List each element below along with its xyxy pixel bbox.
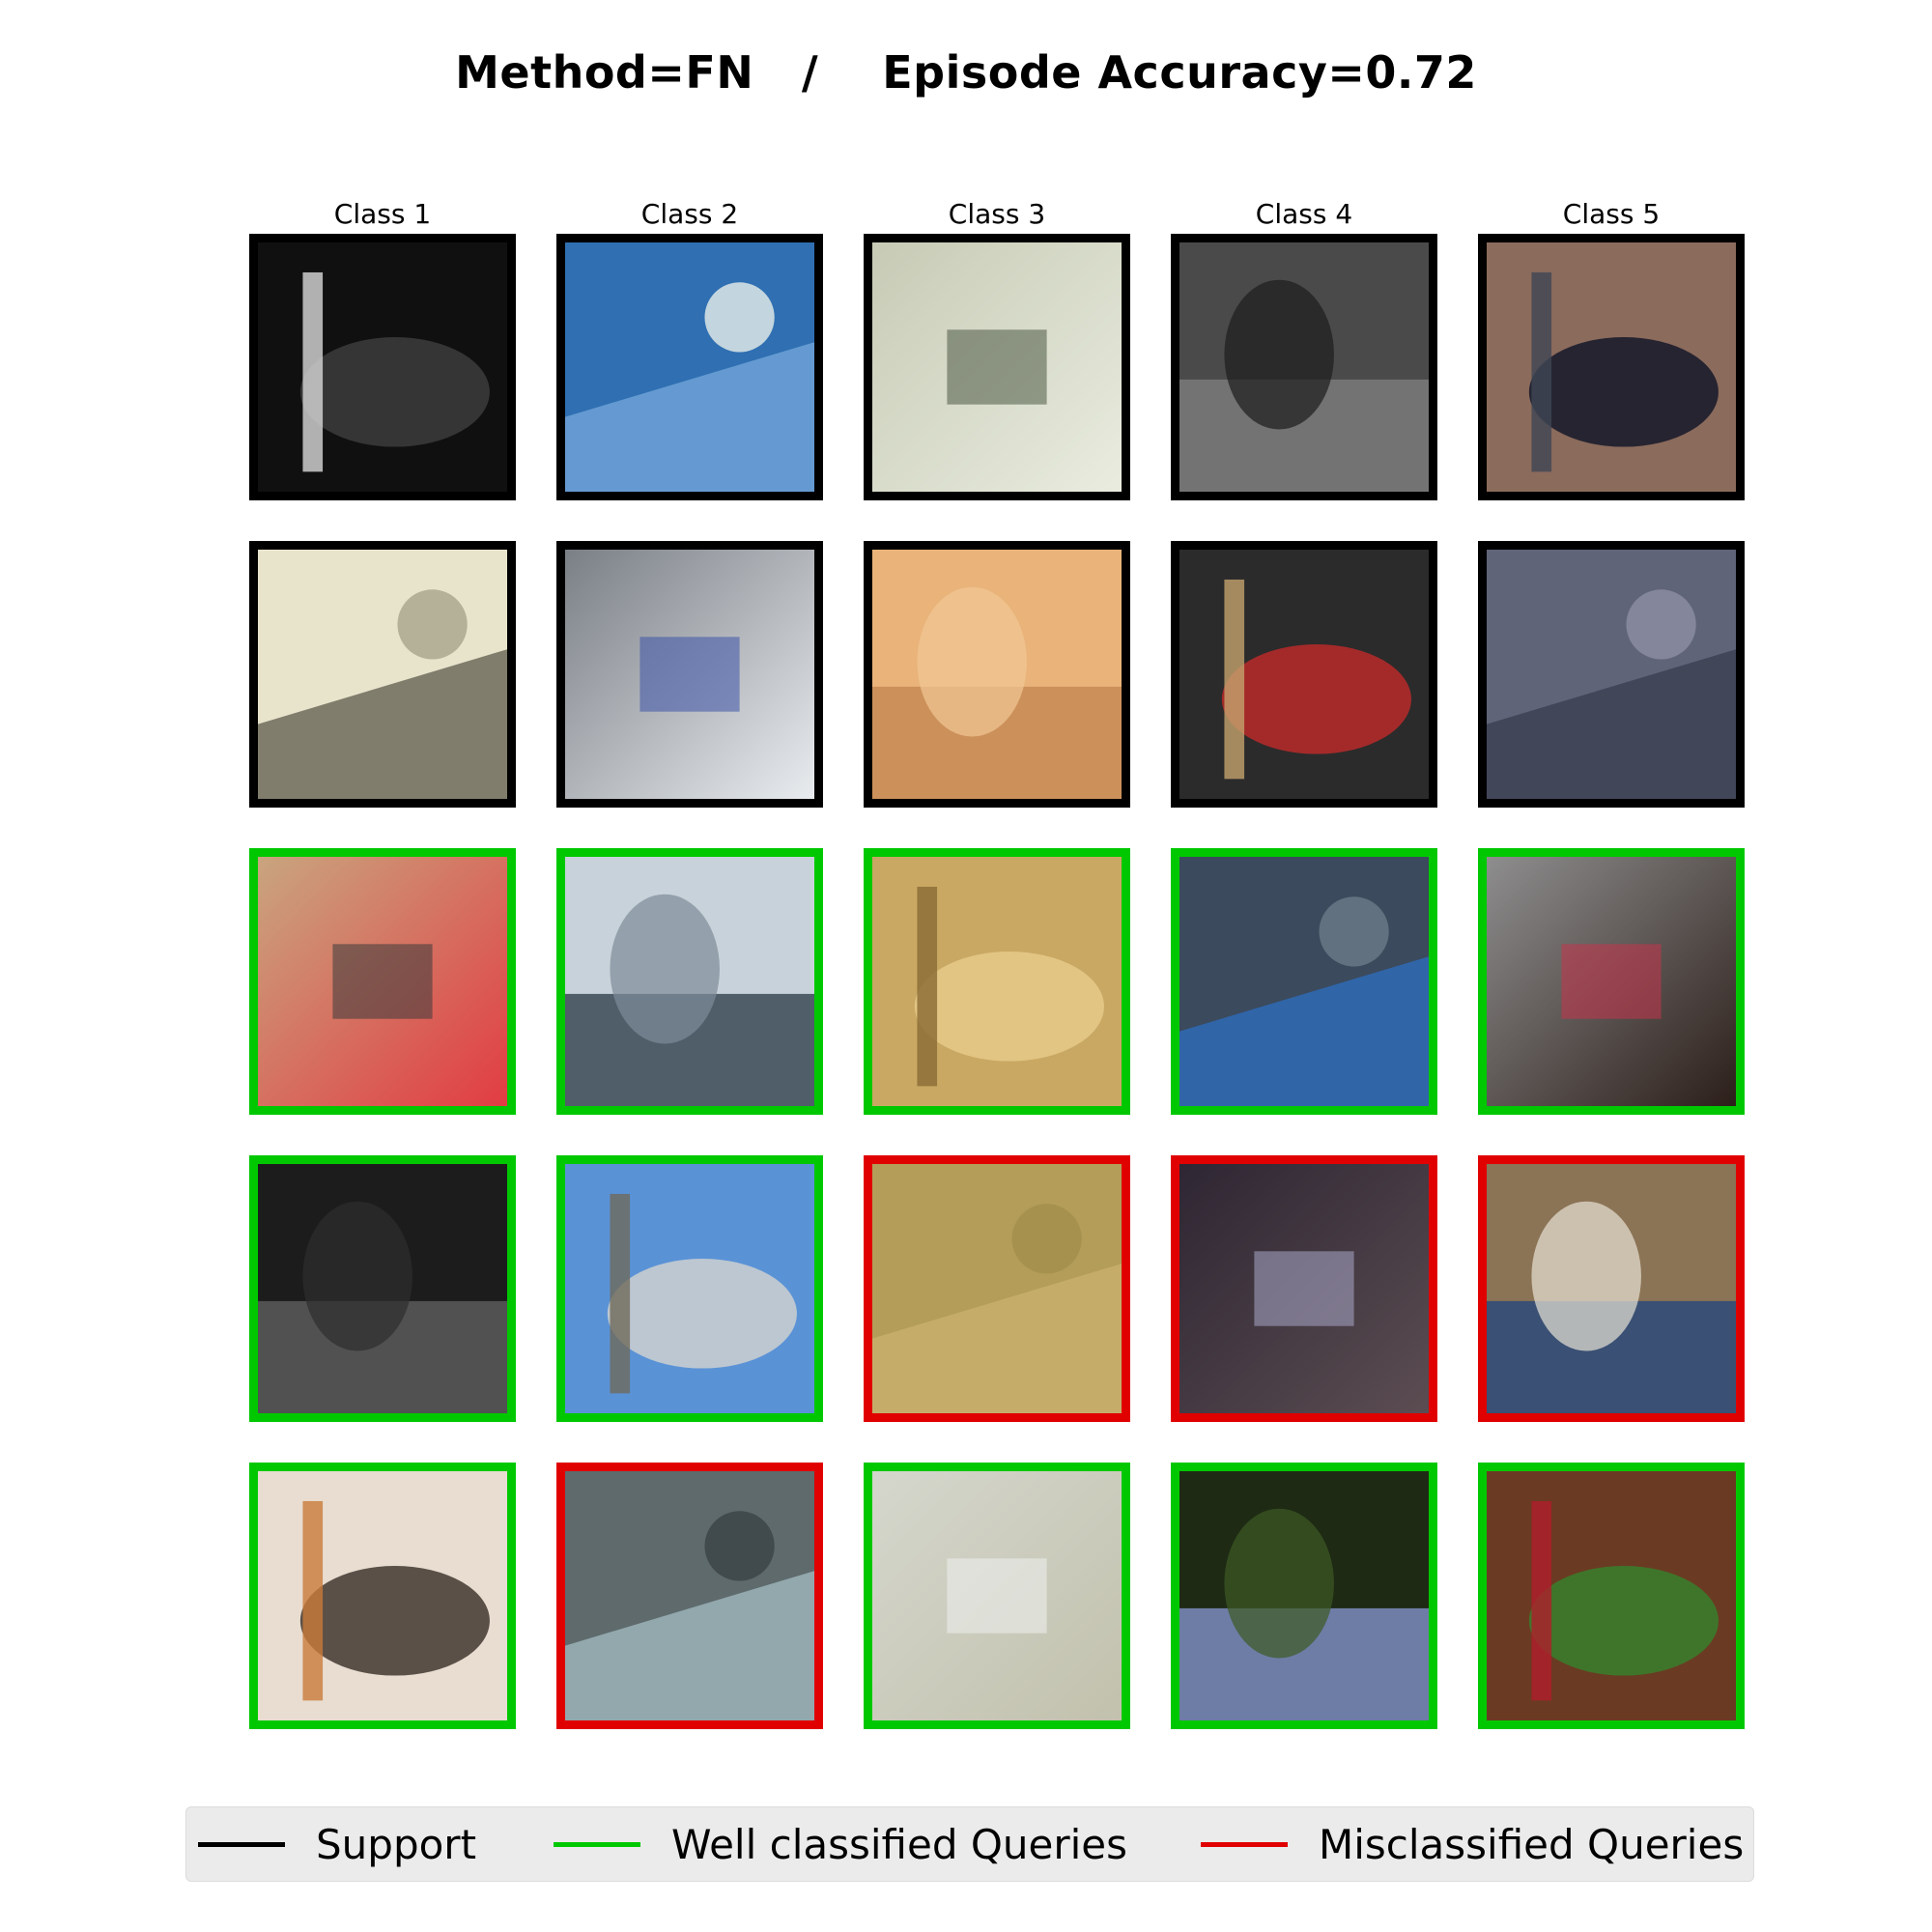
well-classified-query-image-r3-c3 [864, 848, 1130, 1115]
well-classified-query-image-r3-c2 [556, 848, 823, 1115]
support-image-r2-c2 [556, 541, 823, 808]
legend-item-support: Support [198, 1807, 476, 1881]
support-image-r1-c2 [556, 234, 823, 500]
well-classified-query-image-r3-c4 [1171, 848, 1437, 1115]
support-image-r1-c5 [1478, 234, 1745, 500]
support-image-r2-c1 [249, 541, 516, 808]
column-label-2: Class 2 [640, 198, 739, 230]
figure-title: Method=FN / Episode Accuracy=0.72 [455, 46, 1477, 99]
well-classified-query-image-r4-c2 [556, 1155, 823, 1422]
misclassified-query-image-r4-c4 [1171, 1155, 1437, 1422]
legend-label-support: Support [316, 1820, 477, 1868]
well-classified-query-image-r5-c5 [1478, 1463, 1745, 1729]
misclassified-query-image-r5-c2 [556, 1463, 823, 1729]
column-label-1: Class 1 [333, 198, 432, 230]
support-image-r2-c4 [1171, 541, 1437, 808]
misclassified-query-image-r4-c3 [864, 1155, 1130, 1422]
well-classified-query-image-r5-c1 [249, 1463, 516, 1729]
well-classified-query-image-r5-c4 [1171, 1463, 1437, 1729]
well-classified-query-image-r4-c1 [249, 1155, 516, 1422]
legend-line-well-classified [554, 1841, 640, 1847]
legend-label-well-classified: Well classified Queries [671, 1820, 1128, 1868]
legend-label-misclassified: Misclassified Queries [1319, 1820, 1745, 1868]
support-image-r1-c3 [864, 234, 1130, 500]
support-image-r1-c4 [1171, 234, 1437, 500]
column-label-3: Class 3 [948, 198, 1046, 230]
well-classified-query-image-r3-c1 [249, 848, 516, 1115]
column-label-4: Class 4 [1255, 198, 1353, 230]
misclassified-query-image-r4-c5 [1478, 1155, 1745, 1422]
legend-item-well-classified: Well classified Queries [554, 1807, 1127, 1881]
legend-line-support [198, 1841, 285, 1847]
well-classified-query-image-r5-c3 [864, 1463, 1130, 1729]
support-image-r2-c5 [1478, 541, 1745, 808]
well-classified-query-image-r3-c5 [1478, 848, 1745, 1115]
legend-item-misclassified: Misclassified Queries [1201, 1807, 1744, 1881]
legend-line-misclassified [1201, 1841, 1288, 1847]
support-image-r1-c1 [249, 234, 516, 500]
legend: Support Well classified Queries Misclass… [185, 1806, 1754, 1882]
support-image-r2-c3 [864, 541, 1130, 808]
column-label-5: Class 5 [1562, 198, 1661, 230]
